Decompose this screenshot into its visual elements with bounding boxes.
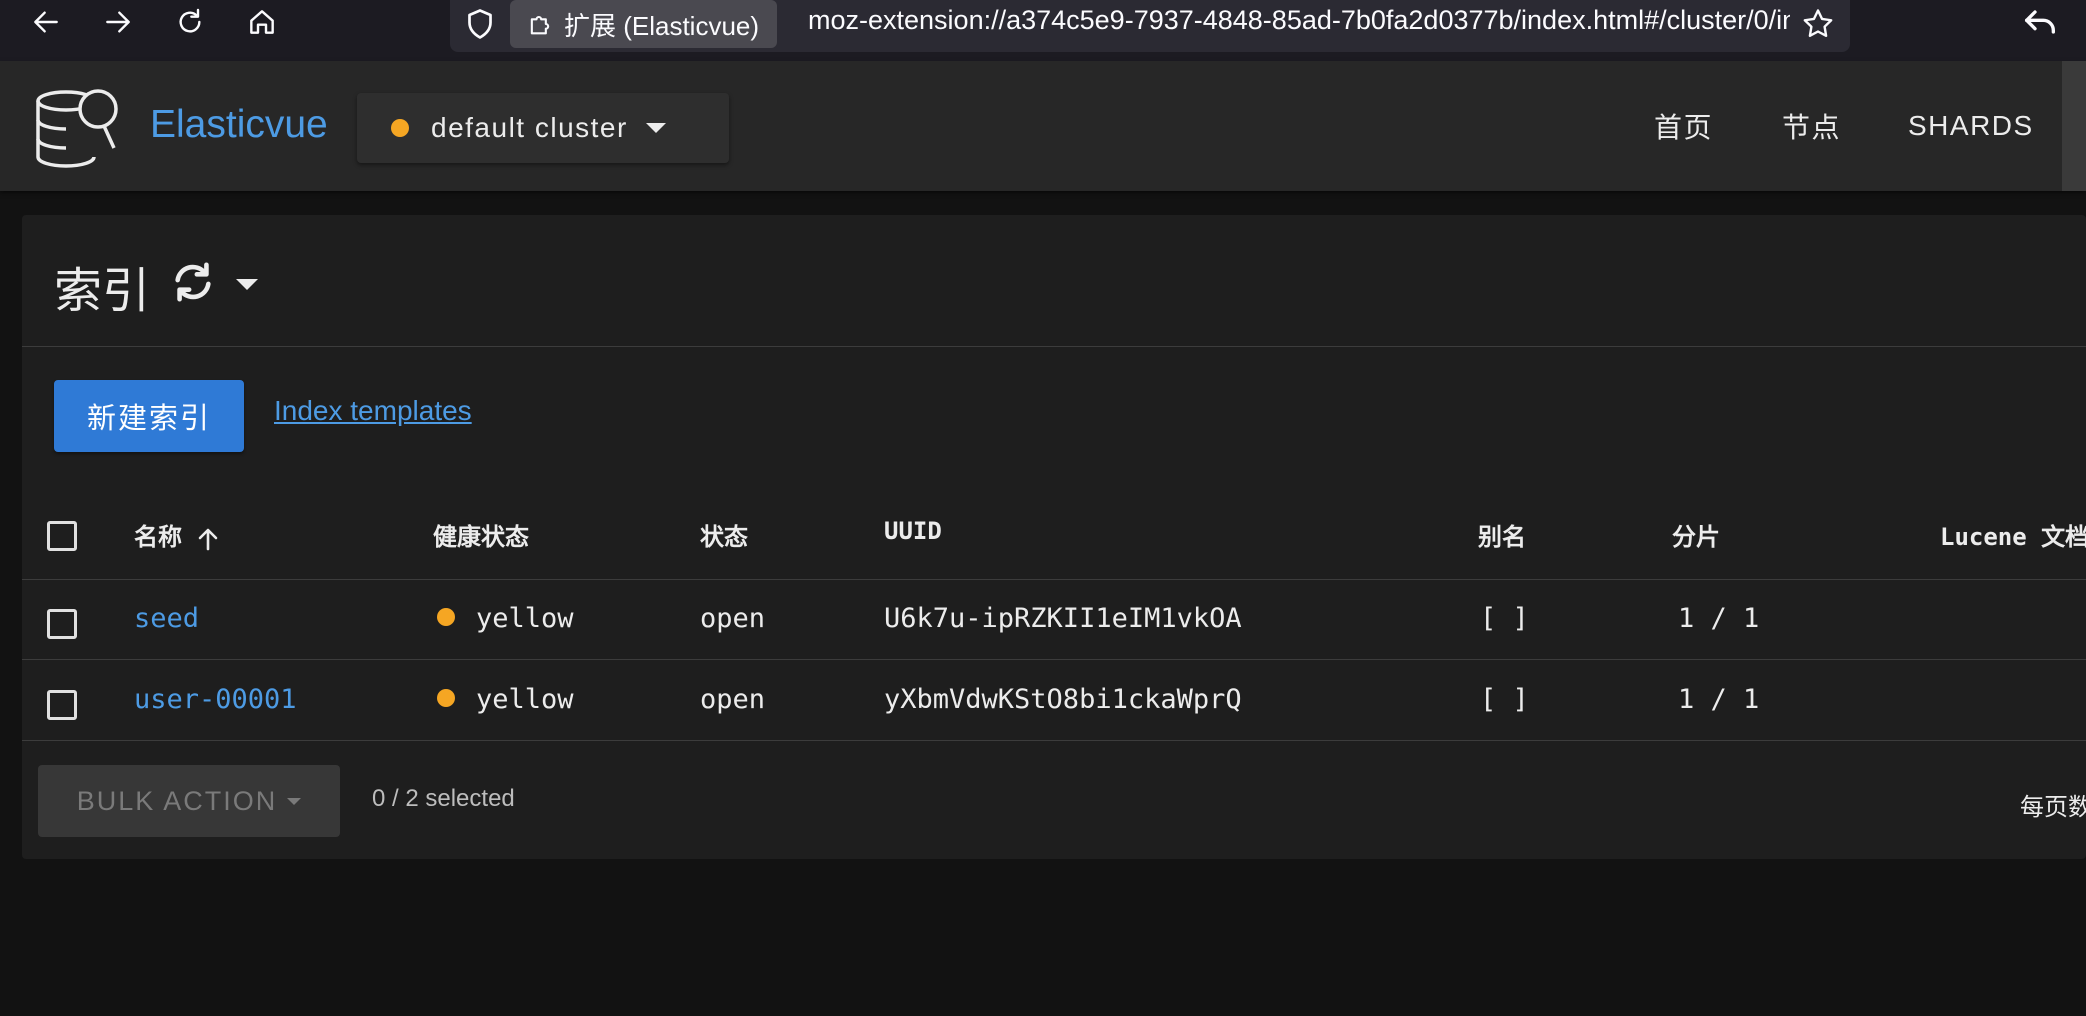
aliases-value: [ ]: [1480, 684, 1529, 715]
status-value: open: [700, 603, 766, 634]
back-button[interactable]: [18, 0, 74, 44]
url-text[interactable]: moz-extension://a374c5e9-7937-4848-85ad-…: [808, 5, 1790, 36]
cluster-name: default cluster: [431, 112, 628, 143]
puzzle-icon: [530, 15, 550, 35]
arrow-right-icon: [106, 11, 130, 33]
extension-label: 扩展 (Elasticvue): [564, 10, 760, 41]
status-value: open: [700, 684, 766, 715]
health-dot: [437, 689, 455, 707]
refresh-icon[interactable]: [170, 259, 216, 305]
cluster-selector-button[interactable]: default cluster: [357, 93, 729, 163]
select-all-checkbox[interactable]: [47, 521, 77, 551]
reload-icon: [179, 8, 201, 33]
column-header-health[interactable]: 健康状态: [433, 517, 529, 552]
row-checkbox[interactable]: [47, 690, 77, 720]
nav-home[interactable]: 首页: [1654, 61, 1713, 191]
nav-nodes[interactable]: 节点: [1782, 61, 1841, 191]
forward-button[interactable]: [90, 0, 146, 44]
uuid-value: yXbmVdwKStO8bi1ckaWprQ: [884, 684, 1242, 715]
bulk-action-button[interactable]: BULK ACTION: [38, 765, 340, 837]
address-bar[interactable]: 扩展 (Elasticvue) moz-extension://a374c5e9…: [450, 0, 1850, 52]
uuid-value: U6k7u-ipRZKII1eIM1vkOA: [884, 603, 1242, 634]
extension-identity-chip[interactable]: 扩展 (Elasticvue): [510, 0, 778, 48]
browser-toolbar: 扩展 (Elasticvue) moz-extension://a374c5e9…: [0, 0, 2086, 61]
undo-icon[interactable]: [2020, 2, 2060, 42]
row-checkbox[interactable]: [47, 609, 77, 639]
column-header-aliases[interactable]: 别名: [1478, 517, 1526, 552]
health-dot: [437, 608, 455, 626]
column-header-status[interactable]: 状态: [700, 517, 748, 552]
brand-title[interactable]: Elasticvue: [150, 103, 328, 147]
arrow-left-icon: [34, 11, 58, 33]
aliases-value: [ ]: [1480, 603, 1529, 634]
row-divider: [22, 659, 2086, 660]
health-value: yellow: [476, 603, 574, 634]
home-button[interactable]: [234, 0, 290, 44]
cluster-health-dot: [391, 119, 409, 137]
column-header-name[interactable]: 名称: [134, 517, 219, 552]
column-header-lucene-docs[interactable]: Lucene 文档: [1940, 517, 2086, 552]
nav-shards[interactable]: SHARDS: [1908, 61, 2034, 191]
column-header-uuid[interactable]: UUID: [884, 517, 942, 545]
index-name-link[interactable]: seed: [134, 603, 199, 634]
chevron-down-icon: [287, 797, 302, 805]
column-header-shards[interactable]: 分片: [1672, 517, 1720, 552]
app-header: Elasticvue default cluster 首页 节点 SHARDS: [0, 61, 2086, 191]
shield-icon[interactable]: [462, 6, 498, 42]
column-header-name-label: 名称: [134, 524, 182, 551]
row-divider: [22, 740, 2086, 741]
divider: [22, 579, 2086, 580]
shards-value: 1 / 1: [1678, 684, 1760, 715]
reload-button[interactable]: [162, 0, 218, 44]
rows-per-page-label: 每页数: [2020, 794, 2086, 821]
new-index-button[interactable]: 新建索引: [54, 380, 244, 452]
page-title: 索引: [54, 265, 151, 318]
bulk-action-label: BULK ACTION: [76, 785, 278, 816]
shards-value: 1 / 1: [1678, 603, 1760, 634]
divider: [22, 346, 2086, 347]
home-icon: [250, 10, 274, 34]
indices-card: 索引 新建索引 Index templates 名称 健康状态 状态 UUID …: [22, 215, 2086, 859]
index-templates-link[interactable]: Index templates: [274, 395, 472, 427]
chevron-down-icon: [645, 123, 666, 133]
selection-count: 0 / 2 selected: [372, 785, 515, 812]
bookmark-star-icon[interactable]: [1800, 6, 1836, 42]
refresh-options-chevron-icon[interactable]: [236, 279, 258, 290]
header-scrollbar[interactable]: [2062, 61, 2086, 191]
health-value: yellow: [476, 684, 574, 715]
elasticvue-logo-icon[interactable]: [30, 81, 124, 175]
sort-ascending-icon: [198, 528, 217, 550]
index-name-link[interactable]: user-00001: [134, 684, 297, 715]
